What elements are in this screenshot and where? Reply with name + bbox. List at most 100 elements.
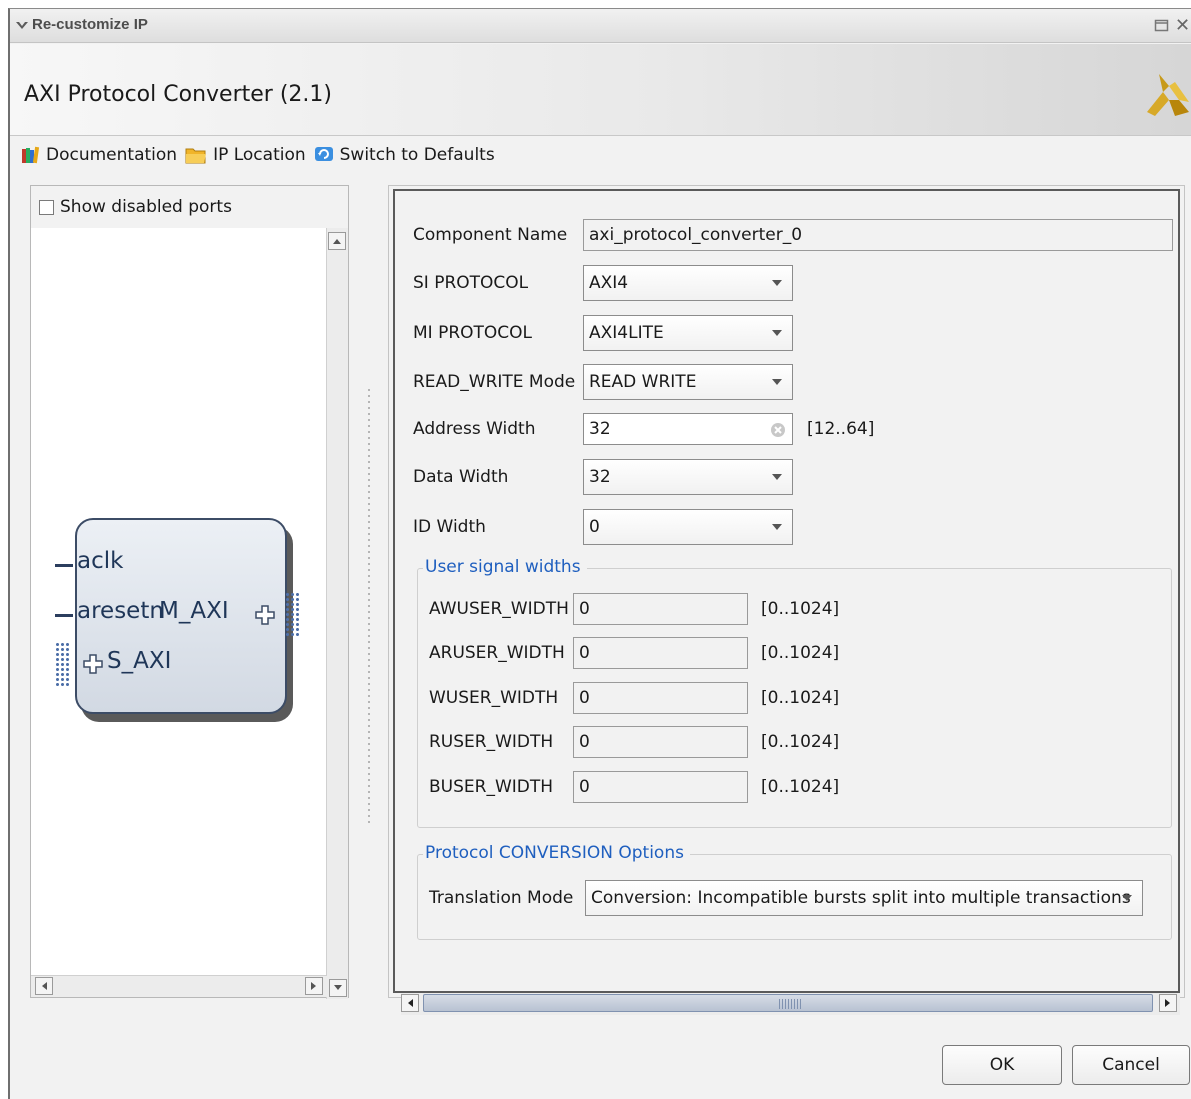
window-title: Re-customize IP bbox=[32, 16, 148, 33]
mi-protocol-select[interactable]: AXI4LITE bbox=[583, 315, 793, 351]
component-name-label: Component Name bbox=[413, 225, 568, 245]
si-protocol-label: SI PROTOCOL bbox=[413, 273, 529, 293]
ip-location-button[interactable]: IP Location bbox=[185, 145, 306, 165]
config-horizontal-scrollbar[interactable] bbox=[401, 993, 1180, 1015]
arrow-left-icon bbox=[42, 982, 47, 990]
ip-title: AXI Protocol Converter (2.1) bbox=[24, 82, 332, 107]
block-diagram-panel: Show disabled ports aclk aresetn M_AXI S… bbox=[30, 185, 349, 999]
address-width-range: [12..64] bbox=[807, 419, 875, 439]
expand-plus-icon[interactable] bbox=[83, 654, 103, 674]
translation-mode-label: Translation Mode bbox=[429, 888, 574, 908]
arrow-up-icon bbox=[333, 239, 341, 244]
books-icon bbox=[22, 146, 40, 164]
aruser-width-label: ARUSER_WIDTH bbox=[429, 643, 565, 663]
switch-to-defaults-label: Switch to Defaults bbox=[339, 145, 495, 165]
aresetn-port-line bbox=[55, 614, 73, 617]
left-panel-header: Show disabled ports bbox=[31, 186, 348, 228]
read-write-mode-label: READ_WRITE Mode bbox=[413, 372, 576, 392]
horizontal-scrollbar[interactable] bbox=[31, 975, 327, 997]
data-width-select[interactable]: 32 bbox=[583, 459, 793, 495]
chevron-down-icon bbox=[772, 524, 782, 530]
si-protocol-select[interactable]: AXI4 bbox=[583, 265, 793, 301]
panel-splitter[interactable] bbox=[367, 387, 371, 827]
awuser-width-field[interactable]: 0 bbox=[573, 593, 748, 625]
aclk-port-label[interactable]: aclk bbox=[77, 548, 123, 574]
chevron-down-icon[interactable] bbox=[14, 17, 30, 33]
address-width-value: 32 bbox=[589, 419, 611, 439]
buser-width-range: [0..1024] bbox=[761, 777, 840, 797]
si-protocol-value: AXI4 bbox=[589, 273, 629, 293]
translation-mode-value: Conversion: Incompatible bursts split in… bbox=[591, 888, 1131, 908]
read-write-mode-value: READ WRITE bbox=[589, 372, 697, 392]
aruser-width-range: [0..1024] bbox=[761, 643, 840, 663]
close-icon[interactable]: ✕ bbox=[1175, 15, 1191, 36]
s-axi-port-label[interactable]: S_AXI bbox=[107, 648, 171, 674]
scrollbar-thumb[interactable] bbox=[423, 994, 1153, 1012]
expand-plus-icon[interactable] bbox=[255, 605, 275, 625]
awuser-width-range: [0..1024] bbox=[761, 599, 840, 619]
id-width-value: 0 bbox=[589, 517, 600, 537]
data-width-value: 32 bbox=[589, 467, 611, 487]
ok-button[interactable]: OK bbox=[942, 1045, 1062, 1085]
buser-width-field[interactable]: 0 bbox=[573, 771, 748, 803]
address-width-input[interactable]: 32 bbox=[583, 413, 793, 445]
arrow-down-icon bbox=[334, 985, 342, 990]
refresh-icon bbox=[314, 147, 333, 161]
buser-width-label: BUSER_WIDTH bbox=[429, 777, 554, 797]
mi-protocol-label: MI PROTOCOL bbox=[413, 323, 533, 343]
scroll-left-button[interactable] bbox=[35, 977, 53, 995]
documentation-label: Documentation bbox=[46, 145, 178, 165]
ip-location-label: IP Location bbox=[213, 145, 306, 165]
aresetn-port-label[interactable]: aresetn bbox=[77, 598, 164, 624]
restore-window-icon[interactable] bbox=[1154, 18, 1169, 33]
show-disabled-ports-checkbox[interactable]: Show disabled ports bbox=[39, 197, 232, 217]
m-axi-port-label[interactable]: M_AXI bbox=[159, 598, 229, 624]
aclk-port-line bbox=[55, 564, 73, 567]
id-width-label: ID Width bbox=[413, 517, 486, 537]
cancel-button[interactable]: Cancel bbox=[1072, 1045, 1190, 1085]
wuser-width-field[interactable]: 0 bbox=[573, 682, 748, 714]
ruser-width-range: [0..1024] bbox=[761, 732, 840, 752]
address-width-label: Address Width bbox=[413, 419, 536, 439]
wuser-width-range: [0..1024] bbox=[761, 688, 840, 708]
arrow-right-icon bbox=[311, 982, 316, 990]
dialog-header: AXI Protocol Converter (2.1) bbox=[10, 44, 1191, 136]
scrollbar-grip bbox=[779, 999, 801, 1009]
mi-protocol-value: AXI4LITE bbox=[589, 323, 664, 343]
title-bar[interactable]: Re-customize IP ✕ bbox=[10, 9, 1191, 43]
data-width-label: Data Width bbox=[413, 467, 509, 487]
aruser-width-field[interactable]: 0 bbox=[573, 637, 748, 669]
scroll-up-button[interactable] bbox=[328, 232, 346, 250]
id-width-select[interactable]: 0 bbox=[583, 509, 793, 545]
scroll-left-button[interactable] bbox=[401, 994, 419, 1012]
ruser-width-label: RUSER_WIDTH bbox=[429, 732, 554, 752]
protocol-conversion-title: Protocol CONVERSION Options bbox=[423, 843, 690, 863]
folder-icon bbox=[185, 148, 207, 164]
vertical-scrollbar[interactable] bbox=[326, 228, 348, 999]
component-name-field[interactable]: axi_protocol_converter_0 bbox=[583, 219, 1173, 251]
s-axi-bus-connector[interactable] bbox=[55, 642, 71, 688]
scroll-right-button[interactable] bbox=[305, 977, 323, 995]
translation-mode-select[interactable]: Conversion: Incompatible bursts split in… bbox=[585, 880, 1143, 916]
re-customize-ip-dialog: Re-customize IP ✕ AXI Protocol Converter… bbox=[8, 8, 1191, 1099]
chevron-down-icon bbox=[772, 280, 782, 286]
arrow-left-icon bbox=[408, 999, 413, 1007]
scroll-right-button[interactable] bbox=[1159, 994, 1177, 1012]
scroll-down-button[interactable] bbox=[329, 979, 347, 997]
read-write-mode-select[interactable]: READ WRITE bbox=[583, 364, 793, 400]
checkbox-box[interactable] bbox=[39, 199, 54, 215]
chevron-down-icon bbox=[772, 330, 782, 336]
documentation-button[interactable]: Documentation bbox=[20, 145, 177, 165]
clear-input-icon[interactable] bbox=[770, 422, 786, 438]
chevron-down-icon bbox=[772, 474, 782, 480]
chevron-down-icon bbox=[772, 379, 782, 385]
ruser-width-field[interactable]: 0 bbox=[573, 726, 748, 758]
awuser-width-label: AWUSER_WIDTH bbox=[429, 599, 569, 619]
switch-to-defaults-button[interactable]: Switch to Defaults bbox=[314, 145, 495, 165]
xilinx-logo-icon bbox=[1147, 74, 1189, 116]
user-signal-widths-title: User signal widths bbox=[423, 557, 587, 577]
show-disabled-ports-label: Show disabled ports bbox=[60, 197, 232, 217]
chevron-down-icon bbox=[1122, 895, 1132, 901]
m-axi-bus-connector[interactable] bbox=[285, 592, 301, 638]
configuration-panel: Component Name axi_protocol_converter_0 … bbox=[393, 189, 1180, 993]
